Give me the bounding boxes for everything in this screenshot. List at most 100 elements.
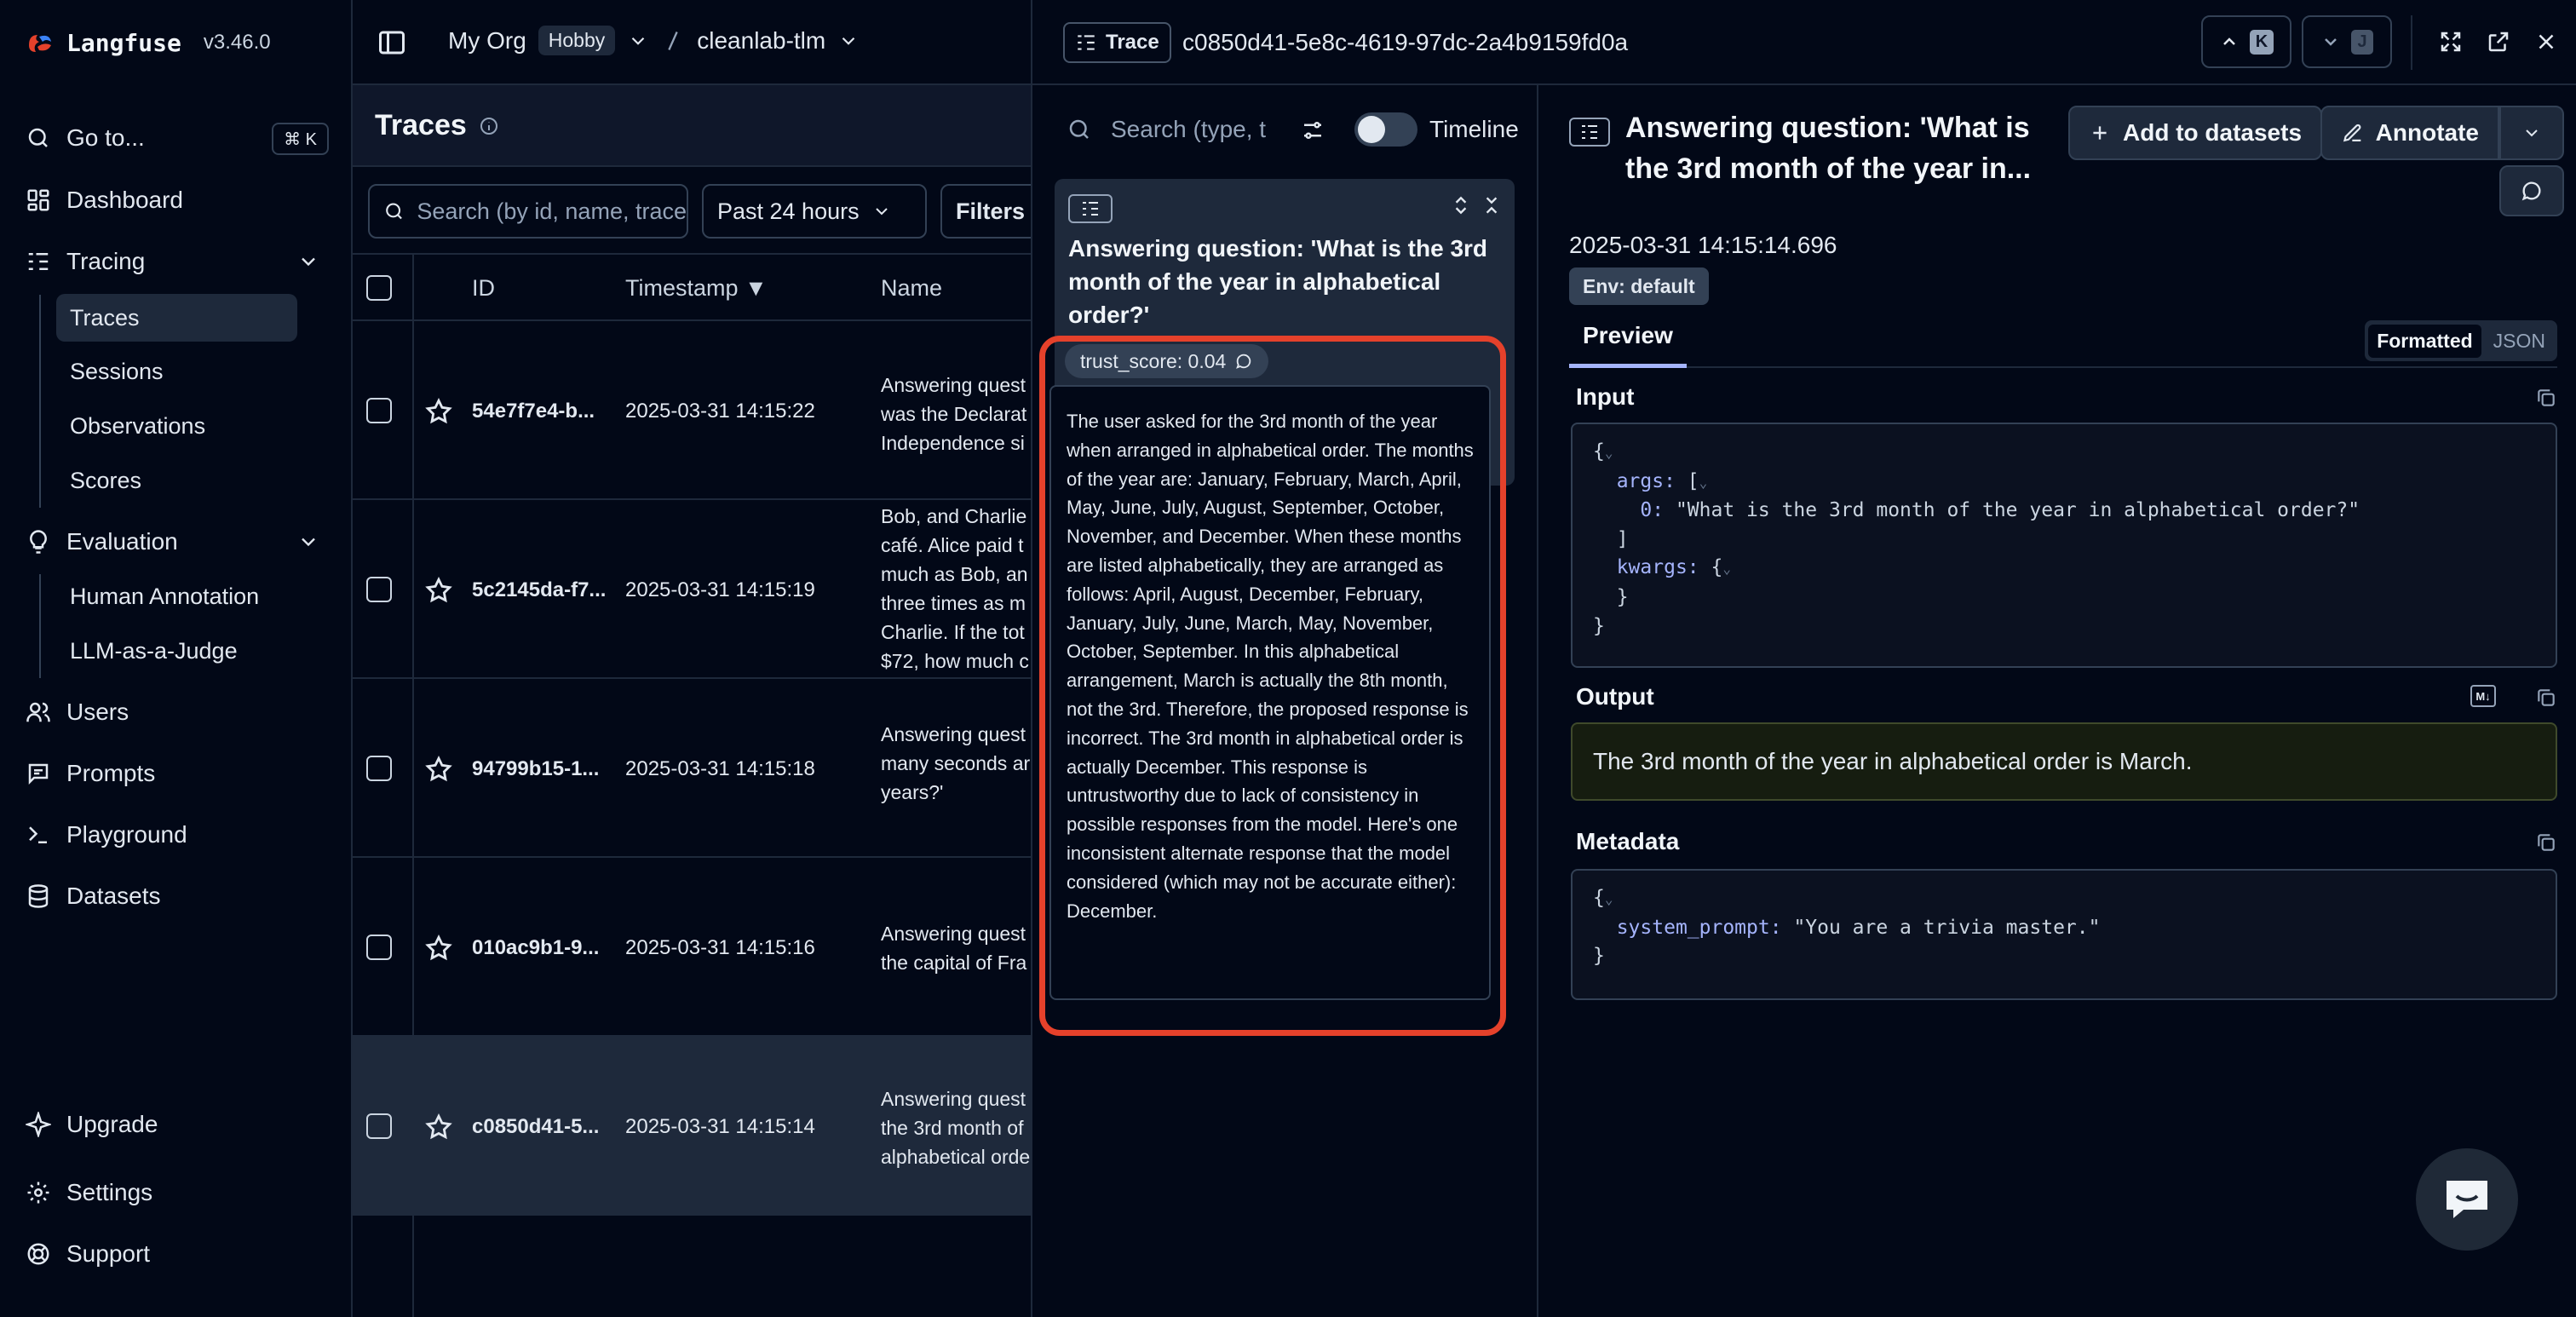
tab-preview[interactable]: Preview [1569,322,1687,368]
tree-line [39,574,41,678]
sidebar-item-prompts[interactable]: Prompts [26,750,329,797]
table-row[interactable]: 94799b15-1... 2025-03-31 14:15:18 Answer… [353,679,1034,858]
sidebar-item-support[interactable]: Support [26,1230,329,1278]
sidebar-item-scores[interactable]: Scores [56,457,297,504]
traces-search-input[interactable]: Search (by id, name, trace [368,184,688,239]
copy-icon[interactable] [2535,831,2557,854]
sidebar-item-label: Playground [66,821,187,848]
trace-id[interactable]: 54e7f7e4-b... [472,400,595,423]
sidebar-item-traces[interactable]: Traces [56,294,297,342]
collapse-caret[interactable]: ⌄ [1605,445,1613,461]
app-version: v3.46.0 [203,31,271,54]
select-all-checkbox[interactable] [366,275,392,301]
filters-button[interactable]: Filters [940,184,1034,239]
row-checkbox[interactable] [366,1113,392,1139]
chevron-down-icon[interactable] [837,30,860,52]
row-checkbox[interactable] [366,577,392,602]
trace-name: Answering quest was the Declarat Indepen… [881,371,1034,457]
expand-icon[interactable] [2438,29,2464,55]
column-id[interactable]: ID [472,275,495,302]
trace-id-full[interactable]: c0850d41-5e8c-4619-97dc-2a4b9159fd0a [1182,29,1628,56]
sidebar-item-datasets[interactable]: Datasets [26,872,329,920]
star-icon[interactable] [424,755,453,784]
collapse-vertical-icon[interactable] [1481,193,1503,218]
table-row-selected[interactable]: c0850d41-5... 2025-03-31 14:15:14 Answer… [353,1037,1034,1216]
collapse-caret[interactable]: ⌄ [1605,891,1613,907]
star-icon[interactable] [424,576,453,605]
sidebar-item-observations[interactable]: Observations [56,402,297,450]
format-json[interactable]: JSON [2485,325,2554,358]
collapse-caret[interactable]: ⌄ [1699,474,1708,491]
table-row[interactable]: 54e7f7e4-b... 2025-03-31 14:15:22 Answer… [353,321,1034,500]
info-icon[interactable] [479,116,499,136]
sidebar-item-users[interactable]: Users [26,688,329,736]
sidebar-item-settings[interactable]: Settings [26,1169,329,1216]
add-to-datasets-button[interactable]: Add to datasets [2068,106,2323,160]
app-logo[interactable]: Langfuse v3.46.0 [26,26,271,60]
chevron-down-icon[interactable] [627,30,649,52]
copy-icon[interactable] [2535,387,2557,409]
trace-id[interactable]: 010ac9b1-9... [472,936,599,960]
row-checkbox[interactable] [366,935,392,960]
sidebar-item-tracing[interactable]: Tracing [26,238,329,285]
sidebar-item-sessions[interactable]: Sessions [56,348,297,395]
star-icon[interactable] [424,934,453,963]
metadata-json-view: {⌄ system_prompt: "You are a trivia mast… [1571,869,2557,1000]
sidebar-item-upgrade[interactable]: Upgrade [26,1101,329,1148]
chevron-down-icon[interactable] [296,530,320,554]
annotate-button[interactable]: Annotate [2320,106,2499,160]
sidebar-item-llm-as-a-judge[interactable]: LLM-as-a-Judge [56,627,297,675]
column-timestamp[interactable]: Timestamp ▼ [625,275,768,302]
sidebar-toggle-icon[interactable] [377,27,407,58]
trace-id[interactable]: 5c2145da-f7... [472,578,606,602]
date-range-select[interactable]: Past 24 hours [702,184,927,239]
chevron-down-icon[interactable] [296,250,320,273]
trace-name-line: Answering quest [881,1088,1026,1110]
trace-name: Answering quest many seconds ar years?' [881,720,1034,807]
row-checkbox[interactable] [366,756,392,781]
chat-support-button[interactable] [2416,1148,2518,1251]
plan-badge: Hobby [538,26,616,55]
external-link-icon[interactable] [2486,29,2511,55]
trace-name-line: many seconds ar [881,752,1031,774]
tree-search-placeholder: Search (type, t [1111,116,1267,142]
format-formatted[interactable]: Formatted [2368,324,2481,358]
page-title: Traces [375,109,499,142]
sidebar-item-evaluation[interactable]: Evaluation [26,518,329,566]
project-name[interactable]: cleanlab-tlm [697,27,825,55]
previous-trace-button[interactable]: K [2201,15,2291,68]
row-checkbox[interactable] [366,398,392,423]
trace-timestamp: 2025-03-31 14:15:18 [625,757,815,780]
org-name[interactable]: My Org [448,27,526,55]
column-name[interactable]: Name [881,275,942,302]
sidebar-item-playground[interactable]: Playground [26,811,329,859]
trust-score-badge[interactable]: trust_score: 0.04 [1065,344,1269,378]
annotate-menu-button[interactable] [2499,106,2564,160]
tree-search-input[interactable]: Search (type, t [1067,116,1266,143]
expand-vertical-icon[interactable] [1450,193,1472,218]
langfuse-logo-icon [29,35,51,52]
collapse-caret[interactable]: ⌄ [1722,561,1731,577]
trace-id[interactable]: c0850d41-5... [472,1115,599,1139]
copy-icon[interactable] [2535,687,2557,709]
timeline-toggle[interactable] [1354,112,1417,147]
trace-timestamp: 2025-03-31 14:15:19 [625,578,815,601]
close-icon[interactable] [2533,29,2559,55]
filters-label: Filters [956,198,1026,224]
goto-button[interactable]: Go to... ⌘ K [26,114,329,162]
trace-title-badge-box [1569,118,1610,147]
trace-name-line: was the Declarat [881,403,1027,425]
trace-id[interactable]: 94799b15-1... [472,757,599,781]
table-row[interactable]: 5c2145da-f7... 2025-03-31 14:15:19 Bob, … [353,500,1034,679]
comments-button[interactable] [2499,165,2564,216]
sidebar-item-human-annotation[interactable]: Human Annotation [56,572,297,620]
database-icon [28,884,49,908]
next-trace-button[interactable]: J [2302,15,2392,68]
star-icon[interactable] [424,397,453,426]
sliders-icon[interactable] [1300,118,1325,143]
markdown-toggle-icon[interactable]: M↓ [2470,685,2496,707]
star-icon[interactable] [424,1113,453,1142]
goto-label: Go to... [66,124,145,151]
sidebar-item-dashboard[interactable]: Dashboard [26,176,329,224]
table-row[interactable]: 010ac9b1-9... 2025-03-31 14:15:16 Answer… [353,858,1034,1037]
